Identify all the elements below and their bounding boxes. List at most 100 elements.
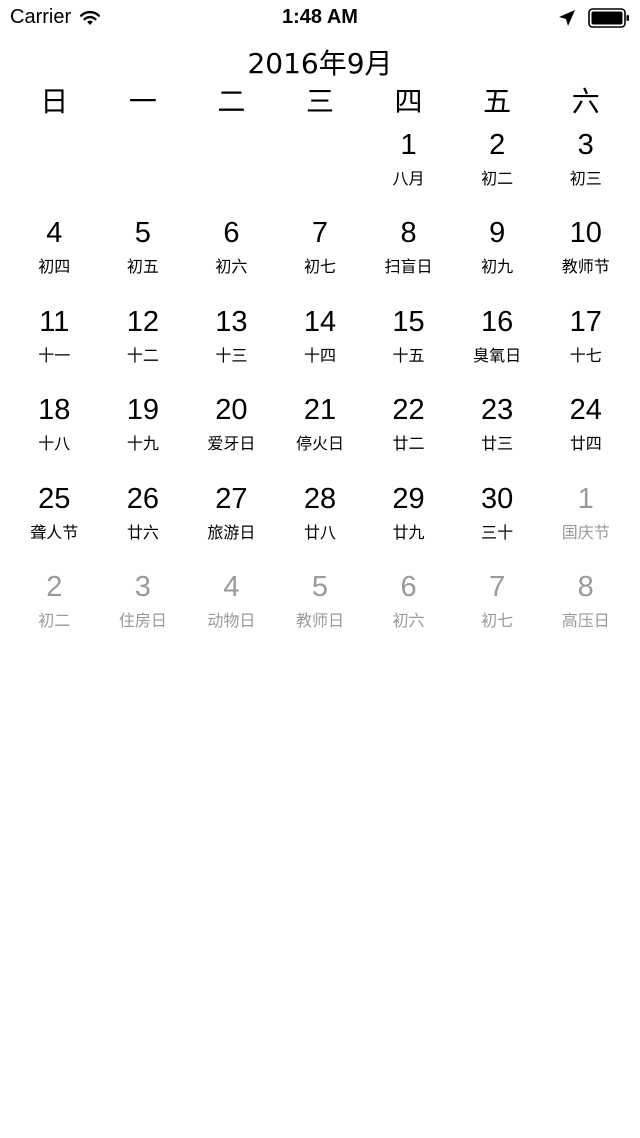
day-cell[interactable]: 14 十四 [276,301,365,389]
empty-day-cell [187,124,276,212]
day-number: 29 [392,482,425,515]
lunar-label: 国庆节 [561,522,610,542]
day-cell[interactable]: 22 廿二 [364,389,453,477]
weekday-header: 日一二三四五六 [10,84,630,120]
day-number: 3 [134,570,151,603]
day-number: 5 [134,217,151,250]
day-number: 27 [215,482,248,515]
lunar-label: 臭氧日 [473,345,522,365]
day-cell[interactable]: 8 扫盲日 [364,212,453,300]
day-cell[interactable]: 12 十二 [99,301,188,389]
lunar-label: 爱牙日 [207,434,256,454]
lunar-label: 十九 [126,434,159,454]
day-cell[interactable]: 29 廿九 [364,478,453,566]
day-cell[interactable]: 25 聋人节 [10,478,99,566]
day-number: 13 [215,305,248,338]
lunar-label: 扫盲日 [384,257,433,277]
day-cell[interactable]: 27 旅游日 [187,478,276,566]
day-cell[interactable]: 2 初二 [453,124,542,212]
lunar-label: 廿三 [481,434,514,454]
day-cell[interactable]: 5 初五 [99,212,188,300]
lunar-label: 十三 [215,345,248,365]
day-number: 1 [577,482,594,515]
adjacent-month-day-cell[interactable]: 6 初六 [364,566,453,654]
lunar-label: 廿四 [569,434,602,454]
day-cell[interactable]: 11 十一 [10,301,99,389]
day-cell[interactable]: 3 初三 [541,124,630,212]
day-number: 9 [489,217,506,250]
adjacent-month-day-cell[interactable]: 7 初七 [453,566,542,654]
day-number: 23 [481,394,514,427]
status-time: 1:48 AM [282,6,358,28]
day-cell[interactable]: 7 初七 [276,212,365,300]
day-cell[interactable]: 20 爱牙日 [187,389,276,477]
day-cell[interactable]: 23 廿三 [453,389,542,477]
day-cell[interactable]: 30 三十 [453,478,542,566]
adjacent-month-day-cell[interactable]: 1 国庆节 [541,478,630,566]
day-cell[interactable]: 9 初九 [453,212,542,300]
day-number: 3 [577,129,594,161]
day-number: 19 [126,394,159,427]
lunar-label: 初七 [303,257,336,277]
lunar-label: 十二 [126,345,159,365]
lunar-label: 十一 [38,345,71,365]
lunar-label: 廿二 [392,434,425,454]
status-right [558,8,630,28]
day-number: 12 [126,305,159,338]
day-number: 10 [569,217,602,250]
weekday-label: 日 [40,85,69,118]
day-number: 21 [303,394,337,427]
adjacent-month-day-cell[interactable]: 2 初二 [10,566,99,654]
adjacent-month-day-cell[interactable]: 5 教师日 [276,566,365,654]
adjacent-month-day-cell[interactable]: 4 动物日 [187,566,276,654]
day-number: 1 [400,129,417,161]
day-cell[interactable]: 15 十五 [364,301,453,389]
day-cell[interactable]: 28 廿八 [276,478,365,566]
day-cell[interactable]: 10 教师节 [541,212,630,300]
weekday-label: 六 [571,85,600,118]
day-cell[interactable]: 24 廿四 [541,389,630,477]
location-arrow-icon [559,10,575,26]
battery-icon [588,8,629,28]
adjacent-month-day-cell[interactable]: 3 住房日 [99,566,188,654]
lunar-label: 八月 [392,169,425,188]
day-cell[interactable]: 1 八月 [364,124,453,212]
day-cell[interactable]: 6 初六 [187,212,276,300]
adjacent-month-day-cell[interactable]: 8 高压日 [541,566,630,654]
day-cell[interactable]: 16 臭氧日 [453,301,542,389]
day-number: 4 [223,570,240,603]
day-number: 16 [481,305,514,338]
lunar-label: 旅游日 [207,522,256,542]
lunar-label: 初三 [569,169,602,188]
day-cell[interactable]: 13 十三 [187,301,276,389]
day-cell[interactable]: 19 十九 [99,389,188,477]
day-cell[interactable]: 4 初四 [10,212,99,300]
lunar-label: 住房日 [118,610,167,630]
lunar-label: 停火日 [295,434,344,454]
day-cell[interactable]: 21 停火日 [276,389,365,477]
day-cell[interactable]: 26 廿六 [99,478,188,566]
day-number: 11 [39,305,70,338]
lunar-label: 十五 [392,345,425,365]
day-number: 7 [489,570,506,603]
day-number: 2 [46,570,63,603]
day-cell[interactable]: 17 十七 [541,301,630,389]
weekday-label: 三 [305,85,334,118]
weekday-label: 五 [483,85,512,118]
lunar-label: 十七 [569,345,602,365]
day-number: 6 [223,217,240,250]
day-number: 22 [392,394,425,427]
lunar-label: 初二 [481,169,514,188]
day-cell[interactable]: 18 十八 [10,389,99,477]
lunar-label: 初七 [481,610,514,630]
lunar-label: 初九 [481,257,514,277]
lunar-label: 初五 [126,257,159,277]
lunar-label: 廿六 [126,522,159,542]
day-number: 20 [215,394,248,427]
status-bar: Carrier 1:48 AM [0,0,640,36]
day-number: 15 [392,305,425,338]
weekday-label: 四 [394,85,423,118]
lunar-label: 三十 [481,522,514,542]
lunar-label: 动物日 [207,610,256,630]
empty-day-cell [10,124,99,212]
